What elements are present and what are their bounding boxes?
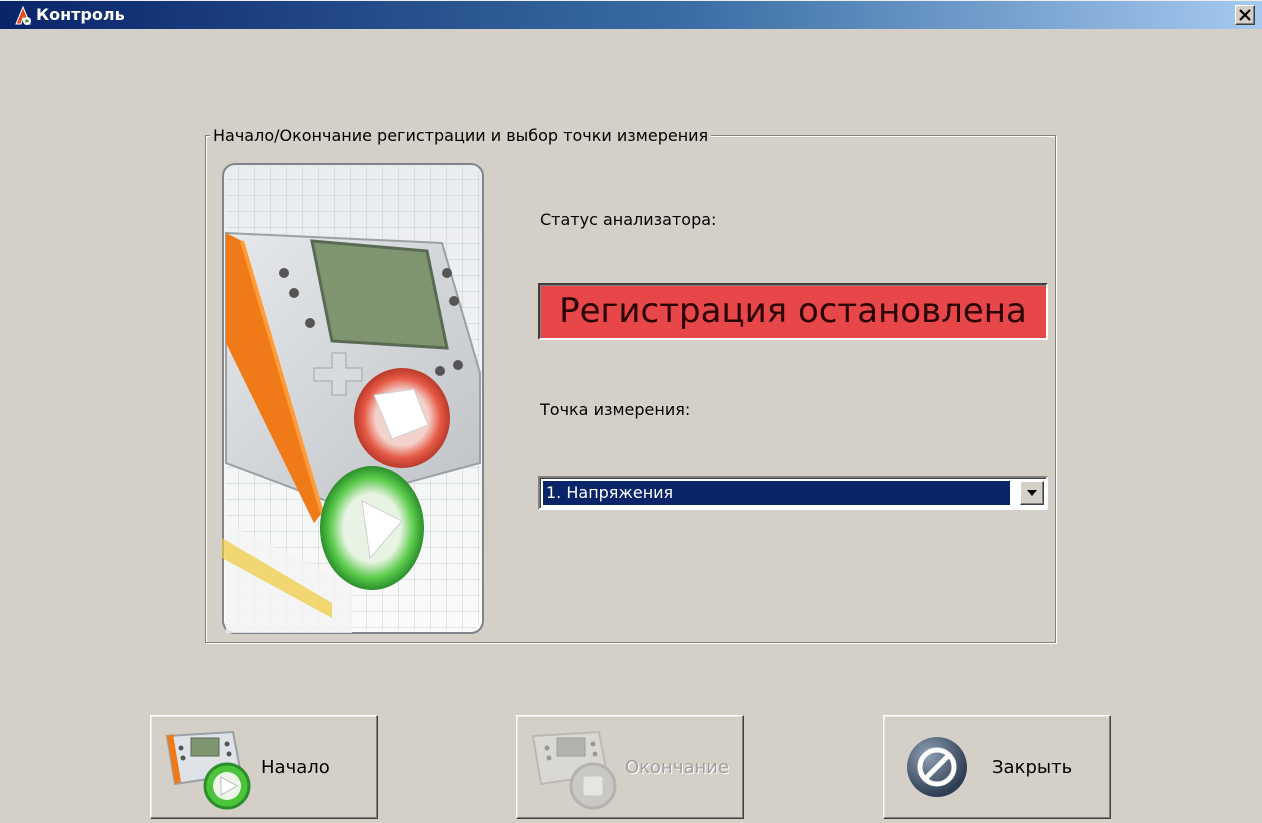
start-button-label: Начало — [261, 757, 330, 778]
start-button[interactable]: Начало — [150, 715, 378, 819]
status-label: Статус анализатора: — [540, 210, 717, 229]
close-button-label: Закрыть — [992, 757, 1073, 778]
close-button[interactable]: Закрыть — [883, 715, 1111, 819]
close-circle-icon — [907, 737, 967, 797]
window-title: Контроль — [36, 5, 125, 24]
dropdown-button[interactable] — [1020, 481, 1044, 505]
analyzer-illustration — [222, 163, 484, 634]
status-indicator: Регистрация остановлена — [538, 283, 1048, 340]
group-legend: Начало/Окончание регистрации и выбор точ… — [210, 126, 712, 146]
measurement-point-select[interactable]: 1. Напряжения — [538, 476, 1048, 510]
stop-button[interactable]: Окончание — [516, 715, 744, 819]
analyzer-start-icon — [165, 730, 251, 810]
window-close-button[interactable] — [1235, 5, 1255, 25]
measurement-point-label: Точка измерения: — [540, 400, 691, 419]
stop-button-label: Окончание — [625, 757, 730, 778]
title-bar[interactable]: Контроль — [0, 0, 1262, 29]
measurement-point-value: 1. Напряжения — [543, 481, 1010, 505]
chevron-down-icon — [1027, 490, 1037, 496]
close-icon — [1239, 9, 1251, 21]
analyzer-stop-icon — [531, 730, 617, 810]
app-icon — [15, 5, 31, 25]
